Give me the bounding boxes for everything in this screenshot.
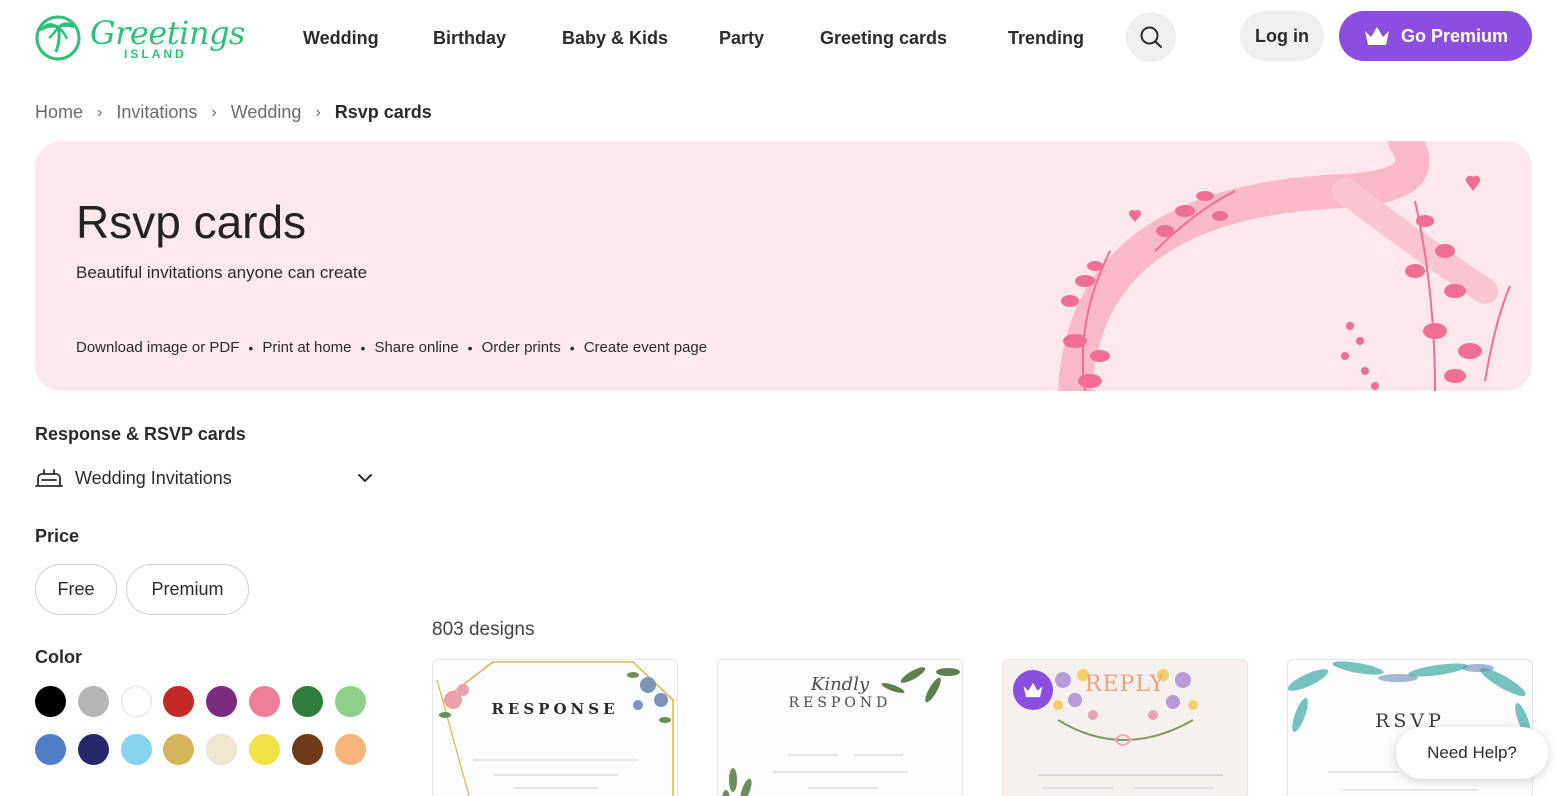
card-script-heading: Kindly: [810, 674, 870, 695]
wedding-couple-icon: [35, 469, 63, 487]
bullet-separator: •: [569, 339, 575, 356]
bullet-separator: •: [360, 339, 366, 356]
nav-baby-kids[interactable]: Baby & Kids: [562, 28, 668, 49]
login-button[interactable]: Log in: [1240, 11, 1324, 61]
bullet-separator: •: [467, 339, 473, 356]
feature-item: Order prints: [481, 339, 561, 356]
price-filter-title: Price: [35, 526, 80, 546]
feature-list: Download image or PDF • Print at home • …: [76, 339, 707, 356]
color-swatch[interactable]: [120, 734, 152, 765]
feature-item: Download image or PDF: [76, 339, 240, 356]
page-title: Rsvp cards: [76, 196, 307, 248]
logo-subtitle: ISLAND: [124, 47, 187, 61]
premium-badge: [1013, 670, 1053, 710]
filter-section-title: Response & RSVP cards: [35, 424, 246, 444]
category-dropdown[interactable]: Wedding Invitations: [35, 462, 375, 494]
price-premium-button[interactable]: Premium: [126, 564, 249, 615]
nav-party[interactable]: Party: [719, 28, 764, 49]
card-heading: RESPOND: [788, 695, 892, 711]
search-icon: [1140, 26, 1162, 48]
greetings-island-logo[interactable]: Greetings ISLAND: [34, 10, 245, 66]
card-heading: RESPONSE: [491, 700, 619, 718]
color-swatch[interactable]: [120, 686, 152, 717]
go-premium-label: Go Premium: [1400, 25, 1509, 46]
go-premium-button[interactable]: Go Premium: [1339, 11, 1532, 61]
hero-subtitle: Beautiful invitations anyone can create: [76, 263, 368, 282]
color-swatch[interactable]: [334, 734, 366, 765]
nav-wedding[interactable]: Wedding: [303, 28, 379, 49]
color-swatch[interactable]: [206, 734, 238, 765]
chevron-right-icon: ›: [211, 103, 217, 121]
color-swatch[interactable]: [77, 686, 109, 717]
color-swatch[interactable]: [35, 734, 66, 765]
feature-item: Print at home: [262, 339, 352, 356]
nav-trending[interactable]: Trending: [1008, 28, 1084, 49]
breadcrumb-current: Rsvp cards: [334, 102, 432, 122]
price-free-button[interactable]: Free: [35, 564, 117, 615]
feature-item: Share online: [374, 339, 459, 356]
color-swatch[interactable]: [249, 686, 280, 717]
crown-icon: [1023, 682, 1043, 698]
bullet-separator: •: [248, 339, 254, 356]
color-swatch[interactable]: [77, 734, 109, 765]
card-thumbnail: [436, 661, 674, 796]
category-dropdown-label: Wedding Invitations: [75, 467, 232, 488]
design-card-respond[interactable]: Kindly RESPOND: [717, 659, 963, 796]
hero-banner: Rsvp cards Beautiful invitations anyone …: [35, 141, 1532, 391]
color-swatch[interactable]: [291, 734, 323, 765]
breadcrumb-home[interactable]: Home: [35, 102, 83, 123]
color-swatch[interactable]: [291, 686, 323, 717]
color-swatch[interactable]: [206, 686, 238, 717]
color-swatch[interactable]: [163, 734, 195, 765]
floral-ribbon-illustration: [1058, 141, 1511, 391]
chevron-down-icon: [358, 474, 372, 483]
color-filter-title: Color: [35, 647, 82, 667]
palm-tree-icon: [35, 15, 81, 61]
result-count: 803 designs: [432, 619, 535, 640]
feature-item: Create event page: [583, 339, 708, 356]
color-swatch[interactable]: [334, 686, 366, 717]
breadcrumb-invitations[interactable]: Invitations: [116, 102, 197, 123]
nav-greeting-cards[interactable]: Greeting cards: [820, 28, 947, 49]
design-card-reply[interactable]: REPLY: [1002, 659, 1248, 796]
crown-icon: [1364, 27, 1389, 45]
chevron-right-icon: ›: [97, 103, 103, 121]
chevron-right-icon: ›: [315, 103, 321, 121]
color-swatch[interactable]: [249, 734, 280, 765]
color-swatch[interactable]: [163, 686, 195, 717]
color-swatch[interactable]: [35, 686, 66, 717]
top-header: Greetings ISLAND Wedding Birthday Baby &…: [0, 0, 1563, 76]
need-help-button[interactable]: Need Help?: [1396, 727, 1548, 779]
nav-birthday[interactable]: Birthday: [433, 28, 506, 49]
search-button[interactable]: [1126, 12, 1176, 62]
breadcrumb: Home › Invitations › Wedding › Rsvp card…: [35, 102, 432, 123]
design-card-response[interactable]: RESPONSE: [432, 659, 678, 796]
breadcrumb-wedding[interactable]: Wedding: [231, 102, 302, 123]
